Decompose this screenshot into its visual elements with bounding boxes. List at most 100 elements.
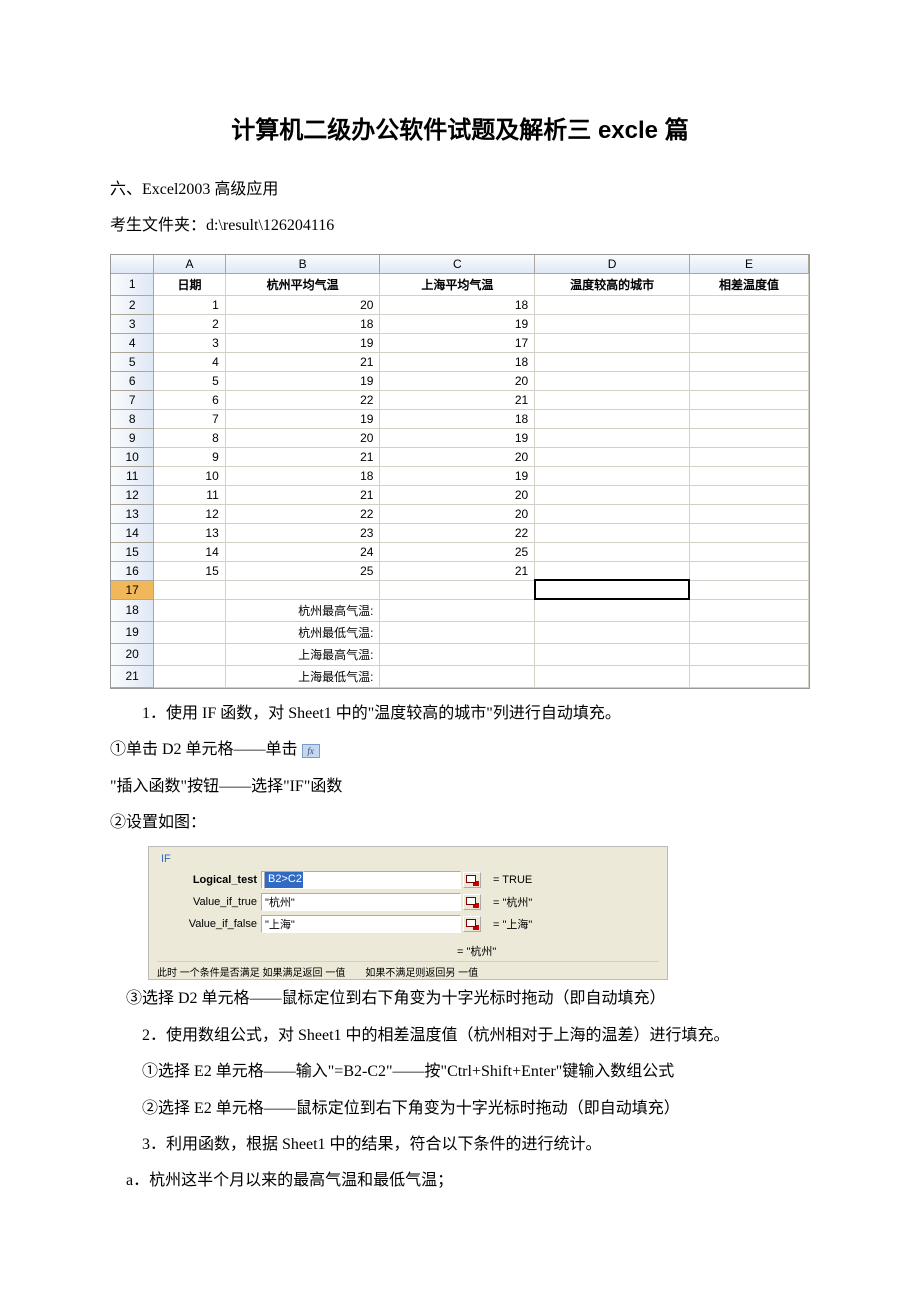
row-header: 5 <box>111 352 154 371</box>
data-cell: 22 <box>225 390 380 409</box>
ref-select-icon[interactable] <box>463 872 481 888</box>
if-function-dialog: IF Logical_test B2>C2 = TRUE Value_if_tr… <box>148 846 668 980</box>
data-cell: 20 <box>380 371 535 390</box>
corner-cell <box>111 255 154 274</box>
data-cell <box>535 409 690 428</box>
data-cell: 19 <box>380 428 535 447</box>
data-cell: 22 <box>225 504 380 523</box>
label-hz-max: 杭州最高气温: <box>225 599 380 621</box>
data-cell: 1 <box>154 295 225 314</box>
fx-icon: fx <box>302 744 320 758</box>
table-row: 651920 <box>111 371 809 390</box>
data-cell <box>535 523 690 542</box>
data-cell: 8 <box>154 428 225 447</box>
folder-path: 考生文件夹：d:\result\126204116 <box>110 211 810 241</box>
row-header: 9 <box>111 428 154 447</box>
data-cell: 10 <box>154 466 225 485</box>
data-cell <box>689 542 808 561</box>
section-heading: 六、Excel2003 高级应用 <box>110 175 810 205</box>
ref-select-icon[interactable] <box>463 894 481 910</box>
data-cell <box>535 333 690 352</box>
data-cell <box>689 314 808 333</box>
data-cell: 15 <box>154 561 225 580</box>
col-header-e: E <box>689 255 808 274</box>
data-cell <box>689 352 808 371</box>
q3-a: a．杭州这半个月以来的最高气温和最低气温； <box>110 1166 810 1196</box>
table-row: 762221 <box>111 390 809 409</box>
data-cell <box>535 542 690 561</box>
data-cell: 20 <box>225 295 380 314</box>
data-cell: 18 <box>225 466 380 485</box>
row-header: 10 <box>111 447 154 466</box>
col-header-d: D <box>535 255 690 274</box>
data-cell: 19 <box>225 371 380 390</box>
data-cell <box>535 390 690 409</box>
data-cell <box>689 390 808 409</box>
data-cell: 19 <box>225 333 380 352</box>
data-cell <box>689 485 808 504</box>
data-cell: 3 <box>154 333 225 352</box>
question-1: 1．使用 IF 函数，对 Sheet1 中的"温度较高的城市"列进行自动填充。 <box>110 699 810 729</box>
data-cell: 25 <box>225 561 380 580</box>
table-row: 21上海最低气温: <box>111 665 809 687</box>
table-row: 20上海最高气温: <box>111 643 809 665</box>
data-cell <box>689 504 808 523</box>
data-cell <box>535 295 690 314</box>
data-cell <box>689 371 808 390</box>
value-false-eval: = "上海" <box>493 916 532 932</box>
row-header: 1 <box>111 273 154 295</box>
data-cell: 21 <box>380 390 535 409</box>
table-row: 871918 <box>111 409 809 428</box>
table-row: 12112120 <box>111 485 809 504</box>
table-row: 321819 <box>111 314 809 333</box>
footer-text-1: 此时 一个条件是否满足 如果满足返回 一值 <box>157 964 345 979</box>
header-hangzhou: 杭州平均气温 <box>225 273 380 295</box>
label-sh-max: 上海最高气温: <box>225 643 380 665</box>
table-row: 1092120 <box>111 447 809 466</box>
data-cell: 21 <box>225 447 380 466</box>
value-true-label: Value_if_true <box>157 896 261 908</box>
row-header: 2 <box>111 295 154 314</box>
value-true-row: Value_if_true = "杭州" <box>157 893 659 911</box>
logical-test-label: Logical_test <box>157 874 261 886</box>
data-cell <box>689 466 808 485</box>
page-title: 计算机二级办公软件试题及解析三 excle 篇 <box>110 110 810 145</box>
label-sh-min: 上海最低气温: <box>225 665 380 687</box>
table-row: 17 <box>111 580 809 599</box>
data-cell: 20 <box>225 428 380 447</box>
data-cell: 18 <box>380 352 535 371</box>
table-row: 14132322 <box>111 523 809 542</box>
data-cell: 17 <box>380 333 535 352</box>
row-header: 15 <box>111 542 154 561</box>
logical-test-eval: = TRUE <box>493 874 532 886</box>
table-row: 982019 <box>111 428 809 447</box>
row-header: 16 <box>111 561 154 580</box>
data-cell: 23 <box>225 523 380 542</box>
value-false-input[interactable] <box>261 915 461 933</box>
row-header: 19 <box>111 621 154 643</box>
data-cell: 18 <box>380 409 535 428</box>
table-row: 19杭州最低气温: <box>111 621 809 643</box>
excel-screenshot: A B C D E 1 日期 杭州平均气温 上海平均气温 温度较高的城市 相差温… <box>110 254 810 689</box>
logical-test-input[interactable]: B2>C2 <box>261 871 461 889</box>
table-row: 18杭州最高气温: <box>111 599 809 621</box>
table-row: 13122220 <box>111 504 809 523</box>
data-cell <box>535 466 690 485</box>
row-header: 11 <box>111 466 154 485</box>
row-header: 17 <box>111 580 154 599</box>
data-cell: 5 <box>154 371 225 390</box>
column-header-row: A B C D E <box>111 255 809 274</box>
ref-select-icon[interactable] <box>463 916 481 932</box>
row-header: 8 <box>111 409 154 428</box>
table-row: 1 日期 杭州平均气温 上海平均气温 温度较高的城市 相差温度值 <box>111 273 809 295</box>
data-cell: 4 <box>154 352 225 371</box>
table-row: 431917 <box>111 333 809 352</box>
data-cell: 20 <box>380 447 535 466</box>
data-cell: 21 <box>225 352 380 371</box>
logical-test-row: Logical_test B2>C2 = TRUE <box>157 871 659 889</box>
data-cell: 19 <box>380 314 535 333</box>
value-true-input[interactable] <box>261 893 461 911</box>
table-row: 11101819 <box>111 466 809 485</box>
data-cell: 20 <box>380 504 535 523</box>
table-row: 542118 <box>111 352 809 371</box>
